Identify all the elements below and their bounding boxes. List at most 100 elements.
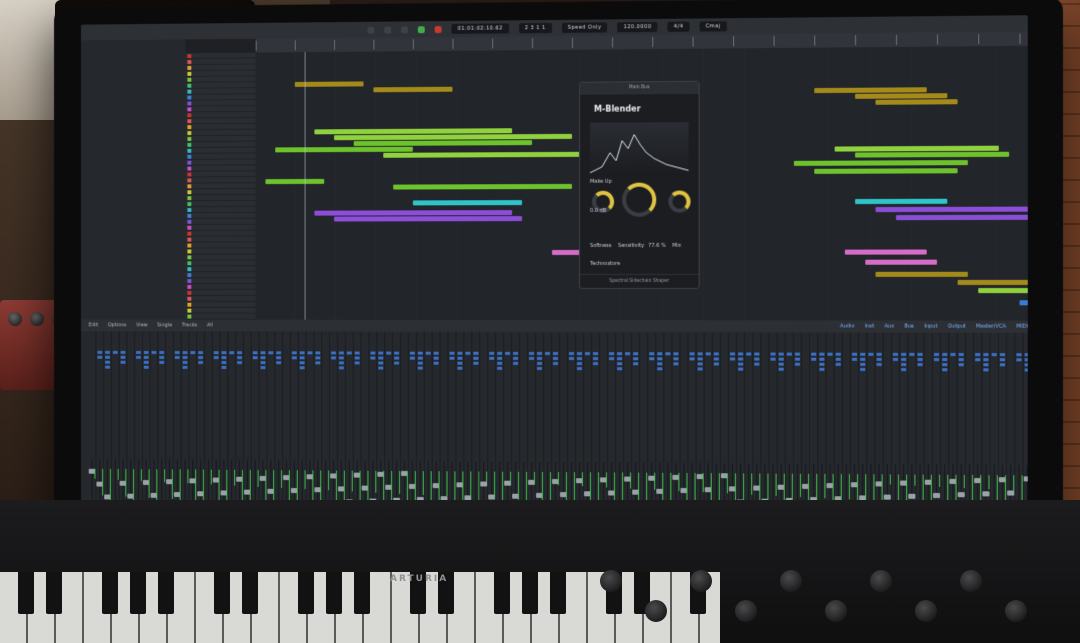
plugin-slot[interactable] — [497, 357, 502, 360]
plugin-slot[interactable] — [1016, 358, 1021, 361]
plugin-slot[interactable] — [315, 361, 320, 364]
mixer-filter-button[interactable]: Output — [948, 324, 966, 330]
audio-region[interactable] — [265, 179, 324, 184]
plugin-slot[interactable] — [276, 351, 281, 354]
plugin-slot[interactable] — [901, 353, 906, 356]
plugin-slot[interactable] — [378, 366, 383, 369]
plugin-slot[interactable] — [1025, 353, 1028, 356]
plugin-slot[interactable] — [144, 356, 149, 359]
plugin-slot[interactable] — [1025, 358, 1028, 361]
plugin-slot[interactable] — [339, 351, 344, 354]
plugin-slot[interactable] — [942, 353, 947, 356]
plugin-slot[interactable] — [529, 357, 534, 360]
plugin-slot[interactable] — [214, 356, 219, 359]
plugin-slot[interactable] — [617, 352, 622, 355]
plugin-slot[interactable] — [795, 363, 800, 366]
plugin-slot[interactable] — [819, 368, 824, 371]
plugin-slot[interactable] — [673, 357, 678, 360]
plugin-slot[interactable] — [609, 352, 614, 355]
plugin-slot[interactable] — [434, 357, 439, 360]
plugin-slot[interactable] — [261, 351, 266, 354]
plugin-slot[interactable] — [577, 357, 582, 360]
mixer-filter-button[interactable]: Inst — [865, 323, 874, 329]
plugin-slot[interactable] — [657, 367, 662, 370]
mixer-tab[interactable]: Options — [108, 322, 127, 328]
plugin-slot[interactable] — [901, 363, 906, 366]
audio-region[interactable] — [334, 134, 572, 140]
mixer-filter-button[interactable]: Input — [924, 324, 937, 330]
plugin-slot[interactable] — [300, 361, 305, 364]
plugin-slot[interactable] — [771, 353, 776, 356]
plugin-slot[interactable] — [465, 352, 470, 355]
plugin-slot[interactable] — [868, 353, 873, 356]
plugin-slot[interactable] — [144, 351, 149, 354]
plugin-slot[interactable] — [378, 362, 383, 365]
audio-region[interactable] — [855, 152, 1009, 158]
plugin-slot[interactable] — [779, 353, 784, 356]
plugin-slot[interactable] — [819, 358, 824, 361]
plugin-slot[interactable] — [222, 356, 227, 359]
plugin-slot[interactable] — [738, 352, 743, 355]
plugin-slot[interactable] — [569, 352, 574, 355]
audio-region[interactable] — [875, 207, 1027, 213]
plugin-slot[interactable] — [159, 356, 164, 359]
plugin-slot[interactable] — [657, 362, 662, 365]
plugin-slot[interactable] — [975, 353, 980, 356]
audio-region[interactable] — [373, 87, 452, 93]
plugin-slot[interactable] — [237, 351, 242, 354]
audio-region[interactable] — [865, 260, 937, 265]
mixer-filter-button[interactable]: Bus — [904, 323, 913, 329]
plugin-slot[interactable] — [577, 362, 582, 365]
plugin-slot[interactable] — [779, 358, 784, 361]
plugin-slot[interactable] — [394, 362, 399, 365]
plugin-slot[interactable] — [434, 352, 439, 355]
plugin-slot[interactable] — [418, 362, 423, 365]
plugin-window-header[interactable]: Main Bus — [580, 82, 699, 95]
plugin-slot[interactable] — [909, 353, 914, 356]
plugin-slot[interactable] — [97, 356, 102, 359]
plugin-slot[interactable] — [497, 352, 502, 355]
plugin-slot[interactable] — [418, 352, 423, 355]
plugin-slot[interactable] — [457, 357, 462, 360]
plugin-slot[interactable] — [378, 352, 383, 355]
plugin-slot[interactable] — [457, 362, 462, 365]
plugin-slot[interactable] — [901, 358, 906, 361]
plugin-slot[interactable] — [649, 357, 654, 360]
plugin-slot[interactable] — [1016, 353, 1021, 356]
plugin-slot[interactable] — [489, 352, 494, 355]
plugin-slot[interactable] — [198, 361, 203, 364]
plugin-slot[interactable] — [577, 367, 582, 370]
volume-fader[interactable] — [908, 494, 915, 499]
plugin-slot[interactable] — [860, 363, 865, 366]
volume-fader[interactable] — [958, 492, 965, 497]
plugin-slot[interactable] — [418, 367, 423, 370]
plugin-slot[interactable] — [175, 351, 180, 354]
plugin-slot[interactable] — [426, 352, 431, 355]
plugin-slot[interactable] — [959, 358, 964, 361]
plugin-slot[interactable] — [625, 352, 630, 355]
plugin-slot[interactable] — [276, 356, 281, 359]
audio-region[interactable] — [413, 200, 522, 205]
plugin-slot[interactable] — [331, 356, 336, 359]
plugin-slot[interactable] — [893, 358, 898, 361]
plugin-slot[interactable] — [852, 353, 857, 356]
plugin-slot[interactable] — [268, 351, 273, 354]
plugin-slot[interactable] — [959, 353, 964, 356]
audio-region[interactable] — [354, 140, 532, 146]
plugin-slot[interactable] — [331, 351, 336, 354]
plugin-slot[interactable] — [819, 353, 824, 356]
plugin-slot[interactable] — [418, 357, 423, 360]
plugin-slot[interactable] — [144, 366, 149, 369]
plugin-slot[interactable] — [537, 352, 542, 355]
plugin-slot[interactable] — [730, 357, 735, 360]
plugin-slot[interactable] — [738, 358, 743, 361]
plugin-slot[interactable] — [698, 362, 703, 365]
plugin-slot[interactable] — [473, 357, 478, 360]
audio-region[interactable] — [875, 272, 967, 277]
plugin-slot[interactable] — [942, 363, 947, 366]
plugin-slot[interactable] — [673, 352, 678, 355]
plugin-slot[interactable] — [97, 351, 102, 354]
plugin-slot[interactable] — [497, 367, 502, 370]
plugin-slot[interactable] — [410, 352, 415, 355]
plugin-slot[interactable] — [505, 352, 510, 355]
